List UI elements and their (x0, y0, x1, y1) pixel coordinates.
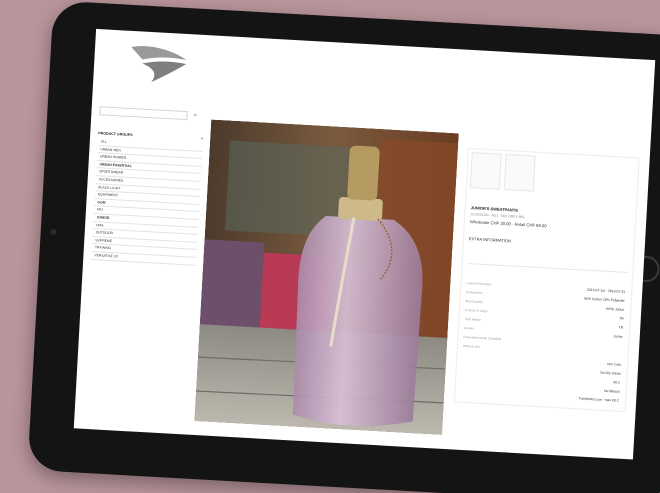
thumbnail-strip (467, 149, 639, 200)
spec-value: Junior (613, 333, 623, 339)
spec-value: TR (618, 325, 624, 330)
tablet-device: ⌕ PRODUCT GROUPS ^ ALL URBAN MEN URBAN WOM… (27, 0, 660, 493)
care-instructions: Iron 2 dot No Dry Clean 40 C No Bleach Tumbl… (460, 352, 622, 406)
spec-value: KIRK Junior (606, 306, 625, 312)
collapse-toggle-icon[interactable]: ^ (201, 137, 203, 143)
search-icon[interactable]: ⌕ (190, 112, 200, 120)
product-thumbnail[interactable] (503, 153, 536, 192)
spec-table: Launch Decoration 2013-07-1st - 2013-07-3… (463, 278, 626, 359)
spec-label: Country of Origin (464, 307, 488, 313)
spec-label: Composition (465, 289, 483, 295)
product-group-list: ALL URBAN MEN URBAN WOMEN URBAN ESSENTIAL SP… (91, 138, 203, 266)
product-detail-panel: JUNIOR'S SWEATPANTS JC23201130 · M21 · M… (453, 147, 640, 413)
spec-label: Total Weight (464, 316, 482, 322)
divider (467, 263, 628, 273)
spec-label: Downside Include Cancelled (463, 334, 502, 341)
search-bar: ⌕ (99, 105, 204, 121)
spec-value: 80% Cotton 20% Polyester (584, 296, 625, 303)
spec-label: Gender (463, 325, 475, 330)
header (93, 29, 656, 122)
camera-icon (50, 228, 57, 236)
sidebar: ⌕ PRODUCT GROUPS ^ ALL URBAN MEN URBAN WOM… (91, 105, 204, 266)
search-input[interactable] (99, 105, 188, 120)
spec-label: Wash & care (462, 343, 481, 349)
product-photo (194, 119, 459, 435)
spec-label: Launch Decoration (466, 280, 492, 286)
extra-information-heading: EXTRA INFORMATION (468, 236, 511, 244)
spec-value: TR (619, 316, 624, 321)
product-thumbnail[interactable] (469, 152, 502, 190)
brand-logo[interactable] (127, 41, 189, 86)
spec-label: Brand quality (465, 298, 484, 304)
screen: ⌕ PRODUCT GROUPS ^ ALL URBAN MEN URBAN WOM… (73, 28, 656, 460)
spec-value: 2013-07-1st - 2013-07-31 (586, 287, 626, 294)
